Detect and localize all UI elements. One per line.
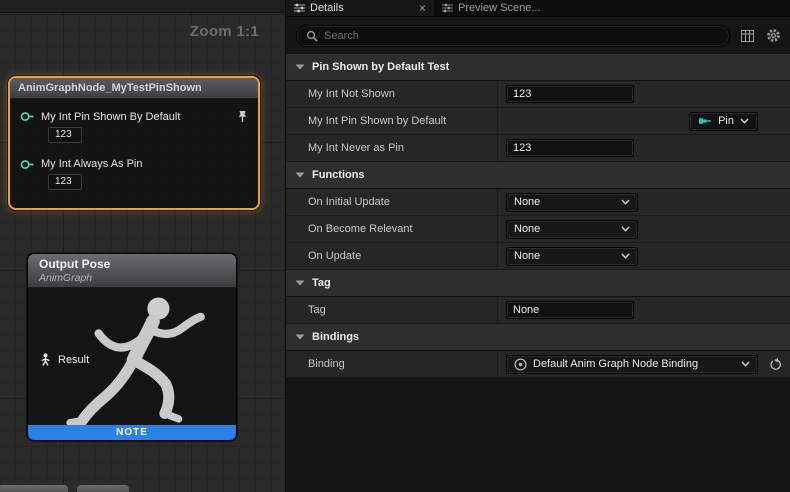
graph-tab-strip (0, 0, 285, 13)
category-title: Pin Shown by Default Test (312, 61, 449, 73)
row-my-int-pin-shown-by-default: My Int Pin Shown by Default Pin (286, 108, 790, 135)
note-banner[interactable]: NOTE (28, 425, 236, 440)
tab-preview-scene[interactable]: Preview Scene... (434, 0, 549, 16)
node-title: AnimGraphNode_MyTestPinShown (10, 78, 258, 99)
category-title: Tag (312, 277, 331, 289)
chevron-down-icon (295, 64, 305, 70)
on-initial-update-dropdown[interactable]: None (506, 193, 638, 212)
result-pin-label: Result (58, 354, 89, 366)
search-icon (306, 30, 318, 42)
row-my-int-not-shown: My Int Not Shown (286, 81, 790, 108)
panel-empty-area (286, 378, 790, 492)
panel-tab-bar: Details × Preview Scene... (286, 0, 790, 17)
row-on-initial-update: On Initial Update None (286, 189, 790, 216)
property-list: Pin Shown by Default Test My Int Not Sho… (286, 54, 790, 492)
category-title: Functions (312, 169, 365, 181)
chevron-down-icon (621, 226, 630, 232)
search-box[interactable] (296, 25, 730, 47)
pin-icon (698, 116, 712, 126)
int-pin-icon[interactable] (20, 111, 35, 122)
tab-label: Preview Scene... (458, 2, 541, 14)
category-title: Bindings (312, 331, 359, 343)
category-bindings[interactable]: Bindings (286, 324, 790, 351)
chevron-down-icon (621, 253, 630, 259)
property-label: My Int Never as Pin (286, 135, 498, 161)
dropdown-value: None (514, 250, 540, 262)
unreal-editor-window: Zoom 1:1 AnimGraphNode_MyTestPinShown My… (0, 0, 790, 492)
binding-dropdown[interactable]: Default Anim Graph Node Binding (506, 355, 758, 374)
pin-label: My Int Pin Shown By Default (41, 111, 180, 123)
property-label: On Become Relevant (286, 216, 498, 242)
node-title: Output Pose (39, 257, 225, 272)
result-pin[interactable]: Result (40, 353, 89, 366)
pin-dropdown-button[interactable]: Pin (689, 112, 758, 131)
zoom-level-label: Zoom 1:1 (190, 23, 259, 40)
node-output-pose[interactable]: Output Pose AnimGraph (27, 253, 237, 441)
dropdown-value: None (514, 196, 540, 208)
details-panel: Details × Preview Scene... (285, 0, 790, 492)
partial-node[interactable] (0, 484, 69, 492)
partial-node[interactable] (76, 484, 130, 492)
int-pin-icon[interactable] (20, 159, 35, 170)
row-binding: Binding Default Anim Graph Node Binding (286, 351, 790, 378)
category-functions[interactable]: Functions (286, 162, 790, 189)
tab-label: Details (310, 2, 344, 14)
pin-value-box[interactable]: 123 (48, 127, 82, 143)
property-label: My Int Not Shown (286, 81, 498, 107)
chevron-down-icon (295, 334, 305, 340)
row-on-update: On Update None (286, 243, 790, 270)
search-row (286, 17, 790, 54)
category-tag[interactable]: Tag (286, 270, 790, 297)
pin-value-box[interactable]: 123 (48, 174, 82, 190)
node-animgraphnode-mytestpinshown[interactable]: AnimGraphNode_MyTestPinShown My Int Pin … (8, 76, 260, 210)
chevron-down-icon (741, 361, 750, 367)
pose-pin-icon (40, 353, 51, 366)
row-tag: Tag (286, 297, 790, 324)
tab-details[interactable]: Details × (286, 0, 434, 16)
node-subtitle: AnimGraph (39, 272, 225, 285)
property-label: My Int Pin Shown by Default (286, 108, 498, 134)
node-header: Output Pose AnimGraph (28, 254, 236, 288)
chevron-down-icon (295, 172, 305, 178)
pin-always-as-pin: My Int Always As Pin 123 (20, 158, 248, 190)
gear-icon[interactable] (764, 27, 782, 45)
chevron-down-icon (621, 199, 630, 205)
search-input[interactable] (324, 30, 720, 42)
on-become-relevant-dropdown[interactable]: None (506, 220, 638, 239)
pin-button-label: Pin (718, 115, 734, 127)
on-update-dropdown[interactable]: None (506, 247, 638, 266)
dropdown-value: Default Anim Graph Node Binding (533, 358, 698, 370)
property-label: On Initial Update (286, 189, 498, 215)
dropdown-value: None (514, 223, 540, 235)
pin-shown-by-default: My Int Pin Shown By Default 123 (20, 110, 248, 143)
row-on-become-relevant: On Become Relevant None (286, 216, 790, 243)
close-icon[interactable]: × (419, 2, 426, 14)
details-tab-icon (294, 3, 305, 13)
my-int-not-shown-input[interactable] (506, 85, 634, 103)
tag-input[interactable] (506, 301, 634, 319)
binding-icon (514, 358, 527, 371)
pin-label: My Int Always As Pin (41, 158, 142, 170)
chevron-down-icon (740, 115, 749, 127)
anim-graph-canvas[interactable]: Zoom 1:1 AnimGraphNode_MyTestPinShown My… (0, 0, 285, 492)
pushpin-icon[interactable] (237, 110, 248, 123)
property-matrix-icon[interactable] (738, 27, 756, 45)
chevron-down-icon (295, 280, 305, 286)
property-label: Binding (286, 351, 498, 377)
category-pin-shown-by-default-test[interactable]: Pin Shown by Default Test (286, 54, 790, 81)
preview-tab-icon (442, 3, 453, 13)
property-label: Tag (286, 297, 498, 323)
my-int-never-as-pin-input[interactable] (506, 139, 634, 157)
reset-to-default-icon[interactable] (769, 358, 782, 371)
property-label: On Update (286, 243, 498, 269)
row-my-int-never-as-pin: My Int Never as Pin (286, 135, 790, 162)
